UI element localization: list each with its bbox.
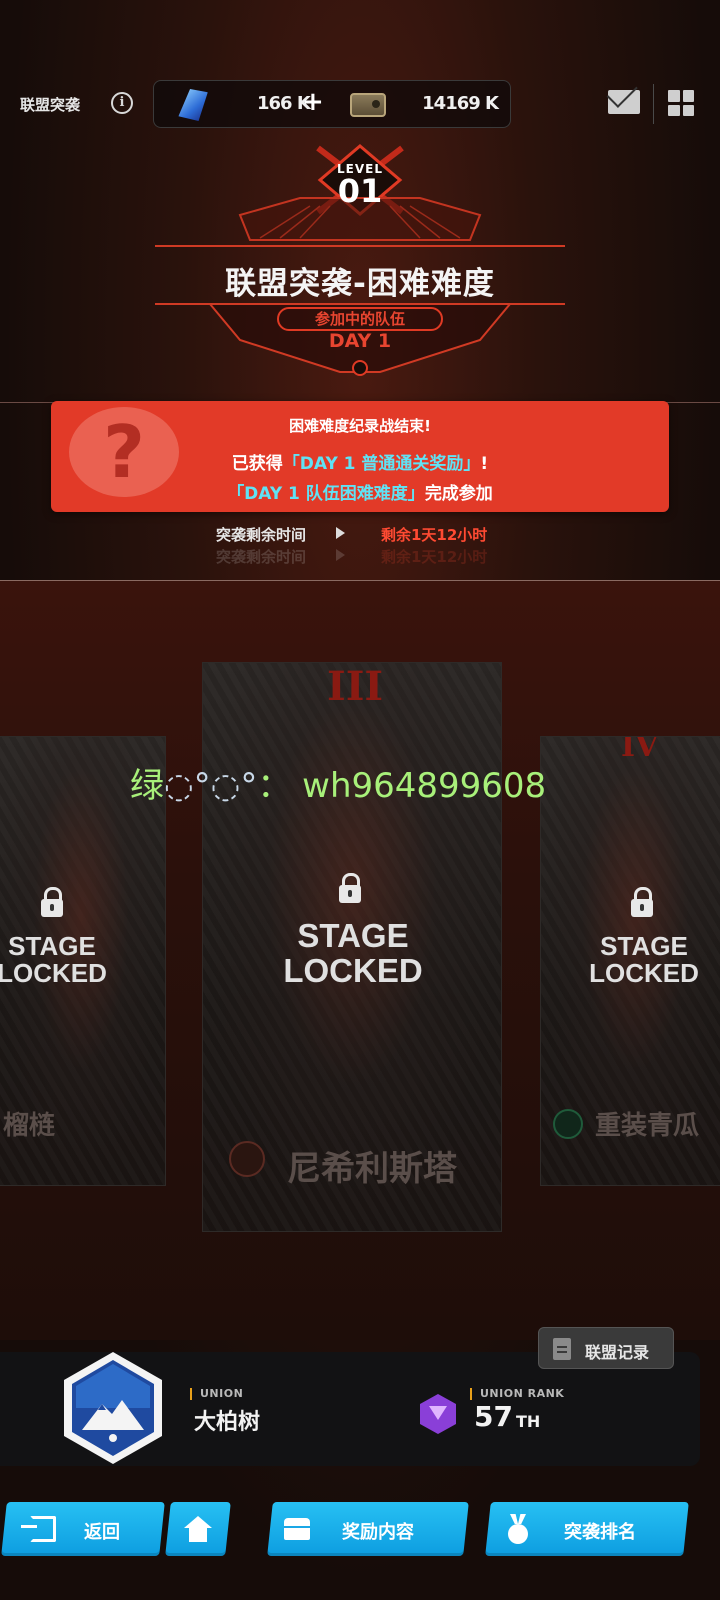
boss-name: 尼希利斯塔	[287, 1149, 457, 1189]
union-rank-suffix: TH	[516, 1412, 541, 1431]
union-emblem-icon	[64, 1352, 162, 1464]
timer-reflection: 突袭剩余时间 剩余1天12小时	[216, 548, 488, 566]
ticket-icon	[350, 93, 386, 117]
team-status-tag: 参加中的队伍	[314, 310, 405, 328]
stage-card-right[interactable]: IV STAGE LOCKED 重装青瓜	[540, 736, 720, 1186]
home-button[interactable]	[165, 1502, 231, 1556]
lock-icon	[41, 887, 63, 917]
timer-value: 剩余1天12小时	[381, 526, 488, 544]
stage-number: IV	[621, 736, 659, 764]
bubble-icons: ◌°◌°	[164, 766, 258, 806]
union-rank-tag: UNION RANK	[470, 1388, 564, 1400]
union-record-button[interactable]: 联盟记录	[538, 1327, 674, 1369]
wind-element-icon	[553, 1109, 583, 1139]
boss-name: 重装青瓜	[595, 1111, 700, 1141]
lock-icon	[631, 887, 653, 917]
boss-name: 榴梿	[3, 1111, 56, 1141]
arrow-right-icon	[336, 527, 345, 539]
lock-icon	[339, 873, 361, 903]
stage-locked-text: STAGE LOCKED	[283, 917, 423, 989]
home-icon	[184, 1516, 212, 1542]
currency-panel: 166 K + 14169 K	[153, 80, 511, 128]
divider-bottom	[0, 580, 720, 581]
union-tag: UNION	[190, 1388, 243, 1400]
gem-icon	[178, 89, 208, 121]
document-icon	[553, 1338, 571, 1360]
back-button[interactable]: 返回	[1, 1502, 165, 1556]
notice-line-3: 「DAY 1 队伍困难难度」完成参加	[227, 484, 493, 504]
add-gem-button[interactable]: +	[302, 87, 324, 117]
rewards-button[interactable]: 奖励内容	[267, 1502, 469, 1556]
raid-timer: 突袭剩余时间 剩余1天12小时	[0, 524, 720, 548]
notice-line-2: 已获得「DAY 1 普通通关奖励」!	[231, 454, 489, 474]
stage-locked-text: STAGE LOCKED	[589, 931, 699, 989]
medal-icon	[506, 1514, 530, 1544]
result-notification[interactable]: ? 困难难度纪录战结束! 已获得「DAY 1 普通通关奖励」! 「DAY 1 队…	[51, 401, 669, 512]
level-emblem: LEVEL 01 联盟突袭-困难难度 参加中的队伍 DAY 1	[150, 140, 570, 390]
info-icon[interactable]: i	[111, 92, 133, 114]
menu-grid-icon[interactable]	[668, 90, 694, 116]
raid-title: 联盟突袭-困难难度	[225, 266, 495, 302]
page-title: 联盟突袭	[20, 96, 81, 114]
raid-ranking-button[interactable]: 突袭排名	[485, 1502, 689, 1556]
watermark-overlay: 绿◌°◌°： wh964899608	[130, 766, 547, 806]
stage-number: III	[327, 663, 384, 710]
union-name: 大柏树	[194, 1410, 261, 1435]
level-number: 01	[337, 172, 383, 210]
exit-icon	[30, 1516, 56, 1542]
top-bar: 联盟突袭 i 166 K + 14169 K	[0, 80, 720, 128]
divider	[653, 84, 654, 124]
mail-icon[interactable]	[608, 90, 640, 114]
chest-icon	[284, 1518, 310, 1540]
ticket-amount: 14169 K	[422, 93, 499, 114]
timer-label: 突袭剩余时间	[216, 526, 307, 544]
stage-card-center[interactable]: III STAGE LOCKED 尼希利斯塔	[202, 662, 502, 1232]
stage-locked-text: STAGE LOCKED	[0, 931, 107, 989]
union-rank-value: 57	[474, 1400, 513, 1433]
day-label: DAY 1	[328, 330, 392, 352]
notice-title: 困难难度纪录战结束!	[289, 417, 431, 435]
fire-element-icon	[229, 1141, 265, 1177]
